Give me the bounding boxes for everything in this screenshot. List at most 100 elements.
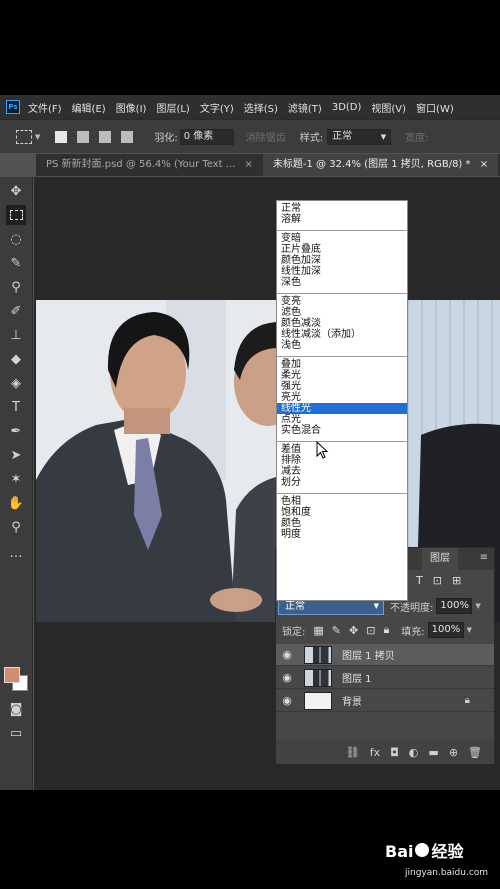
blend-option[interactable]: 差值 bbox=[277, 444, 407, 455]
brush-tool-icon[interactable]: ✐ bbox=[6, 301, 26, 321]
blend-option[interactable]: 色相 bbox=[277, 496, 407, 507]
custom-shape-tool-icon[interactable]: ✶ bbox=[6, 469, 26, 489]
adjustment-layer-icon[interactable]: ◐ bbox=[409, 746, 419, 759]
menu-select[interactable]: 选择(S) bbox=[244, 100, 278, 115]
blend-option[interactable]: 亮光 bbox=[277, 392, 407, 403]
blend-option[interactable]: 明度 bbox=[277, 529, 407, 540]
chevron-down-icon[interactable]: ▼ bbox=[467, 626, 472, 634]
layer-row[interactable]: ◉ 背景 🔒︎ bbox=[276, 690, 494, 712]
marquee-tool-icon[interactable] bbox=[6, 205, 26, 225]
blend-option[interactable]: 颜色加深 bbox=[277, 255, 407, 266]
close-icon[interactable]: × bbox=[245, 159, 253, 170]
add-mask-icon[interactable]: ◘ bbox=[390, 746, 399, 759]
trash-icon[interactable]: 🗑︎ bbox=[468, 746, 482, 759]
menu-window[interactable]: 窗口(W) bbox=[416, 100, 454, 115]
menu-file[interactable]: 文件(F) bbox=[28, 100, 62, 115]
lock-transparent-icon[interactable]: ▦ bbox=[313, 624, 323, 637]
blend-option[interactable]: 线性减淡（添加） bbox=[277, 329, 407, 340]
quick-mask-icon[interactable]: ◙ bbox=[6, 699, 26, 719]
type-tool-icon[interactable]: T bbox=[6, 397, 26, 417]
new-selection-icon[interactable] bbox=[54, 129, 69, 144]
blend-option[interactable]: 线性加深 bbox=[277, 266, 407, 277]
blend-option[interactable]: 饱和度 bbox=[277, 507, 407, 518]
menu-3d[interactable]: 3D(D) bbox=[332, 102, 362, 113]
blend-option[interactable]: 划分 bbox=[277, 477, 407, 488]
menu-view[interactable]: 视图(V) bbox=[371, 100, 406, 115]
blend-option[interactable]: 排除 bbox=[277, 455, 407, 466]
blend-option[interactable]: 深色 bbox=[277, 277, 407, 288]
screen-mode-icon[interactable]: ▭ bbox=[6, 723, 26, 743]
subtract-selection-icon[interactable] bbox=[98, 129, 113, 144]
shape-filter-icon[interactable]: ⊡ bbox=[433, 574, 442, 587]
layer-row[interactable]: ◉ 图层 1 bbox=[276, 667, 494, 689]
fill-input[interactable]: 100% bbox=[427, 622, 464, 638]
menu-filter[interactable]: 滤镜(T) bbox=[288, 100, 322, 115]
eye-icon[interactable]: ◉ bbox=[276, 648, 298, 661]
tab-ps-cover[interactable]: PS 新新封面.psd @ 56.4% (Your Text ... × bbox=[36, 154, 263, 176]
blend-option[interactable]: 正片叠底 bbox=[277, 244, 407, 255]
blend-option[interactable]: 变暗 bbox=[277, 233, 407, 244]
chevron-down-icon[interactable]: ▼ bbox=[475, 602, 480, 610]
layer-name[interactable]: 背景 bbox=[342, 693, 362, 708]
eraser-tool-icon[interactable]: ◆ bbox=[6, 349, 26, 369]
blend-option[interactable]: 溶解 bbox=[277, 214, 407, 225]
blend-option[interactable]: 柔光 bbox=[277, 370, 407, 381]
layer-row[interactable]: ◉ 图层 1 拷贝 bbox=[276, 644, 494, 666]
menu-edit[interactable]: 编辑(E) bbox=[72, 100, 106, 115]
blend-option[interactable]: 正常 bbox=[277, 203, 407, 214]
feather-input[interactable]: 0 像素 bbox=[179, 128, 234, 145]
lock-image-icon[interactable]: ✎ bbox=[332, 624, 341, 637]
lock-artboard-icon[interactable]: ⊡ bbox=[366, 624, 375, 637]
new-group-icon[interactable]: ▬ bbox=[428, 746, 438, 759]
smart-object-filter-icon[interactable]: ⊞ bbox=[452, 574, 461, 587]
tab-layers[interactable]: 图层 bbox=[422, 548, 458, 570]
hand-tool-icon[interactable]: ✋ bbox=[6, 493, 26, 513]
blend-option[interactable]: 减去 bbox=[277, 466, 407, 477]
layer-name[interactable]: 图层 1 bbox=[342, 670, 372, 685]
intersect-selection-icon[interactable] bbox=[120, 129, 135, 144]
tab-untitled-1[interactable]: 未标题-1 @ 32.4% (图层 1 拷贝, RGB/8) * × bbox=[262, 154, 499, 176]
lock-all-icon[interactable]: 🔒︎ bbox=[383, 623, 389, 637]
panel-menu-icon[interactable]: ≡ bbox=[480, 552, 488, 563]
antialias-checkbox[interactable]: 消除锯齿 bbox=[246, 129, 286, 144]
blend-option[interactable]: 变亮 bbox=[277, 296, 407, 307]
marquee-preset-icon[interactable] bbox=[16, 129, 32, 144]
menu-type[interactable]: 文字(Y) bbox=[200, 100, 234, 115]
new-layer-icon[interactable]: ⊕ bbox=[449, 746, 458, 759]
blend-option[interactable]: 滤色 bbox=[277, 307, 407, 318]
lasso-tool-icon[interactable]: ◌ bbox=[6, 229, 26, 249]
link-layers-icon[interactable]: ⛓ bbox=[346, 746, 360, 759]
type-filter-icon[interactable]: T bbox=[416, 574, 423, 587]
zoom-tool-icon[interactable]: ⚲ bbox=[6, 517, 26, 537]
layer-name[interactable]: 图层 1 拷贝 bbox=[342, 647, 395, 662]
blend-option[interactable]: 强光 bbox=[277, 381, 407, 392]
move-tool-icon[interactable]: ✥ bbox=[6, 181, 26, 201]
eye-icon[interactable]: ◉ bbox=[276, 694, 298, 707]
pen-tool-icon[interactable]: ✒ bbox=[6, 421, 26, 441]
foreground-color-swatch[interactable] bbox=[4, 667, 20, 683]
menu-image[interactable]: 图像(I) bbox=[116, 100, 147, 115]
stamp-tool-icon[interactable]: ⊥ bbox=[6, 325, 26, 345]
blend-option[interactable]: 颜色减淡 bbox=[277, 318, 407, 329]
style-select[interactable]: 正常 ▼ bbox=[327, 128, 392, 145]
quick-selection-tool-icon[interactable]: ✎ bbox=[6, 253, 26, 273]
fx-icon[interactable]: fx bbox=[370, 746, 380, 759]
opacity-input[interactable]: 100% bbox=[436, 598, 473, 614]
eyedropper-tool-icon[interactable]: ⚲ bbox=[6, 277, 26, 297]
add-selection-icon[interactable] bbox=[76, 129, 91, 144]
paint-bucket-tool-icon[interactable]: ◈ bbox=[6, 373, 26, 393]
blend-option[interactable]: 点光 bbox=[277, 414, 407, 425]
blend-option[interactable]: 叠加 bbox=[277, 359, 407, 370]
menu-layer[interactable]: 图层(L) bbox=[156, 100, 189, 115]
close-icon[interactable]: × bbox=[480, 159, 488, 170]
blend-option-highlighted[interactable]: 线性光 bbox=[277, 403, 407, 414]
blend-option[interactable]: 浅色 bbox=[277, 340, 407, 351]
eye-icon[interactable]: ◉ bbox=[276, 671, 298, 684]
lock-position-icon[interactable]: ✥ bbox=[349, 624, 358, 637]
path-selection-tool-icon[interactable]: ➤ bbox=[6, 445, 26, 465]
blend-option[interactable]: 颜色 bbox=[277, 518, 407, 529]
chevron-down-icon[interactable]: ▼ bbox=[35, 133, 40, 141]
blend-option[interactable]: 实色混合 bbox=[277, 425, 407, 436]
more-tools-icon[interactable]: … bbox=[6, 543, 26, 563]
color-swatches[interactable] bbox=[4, 667, 30, 693]
